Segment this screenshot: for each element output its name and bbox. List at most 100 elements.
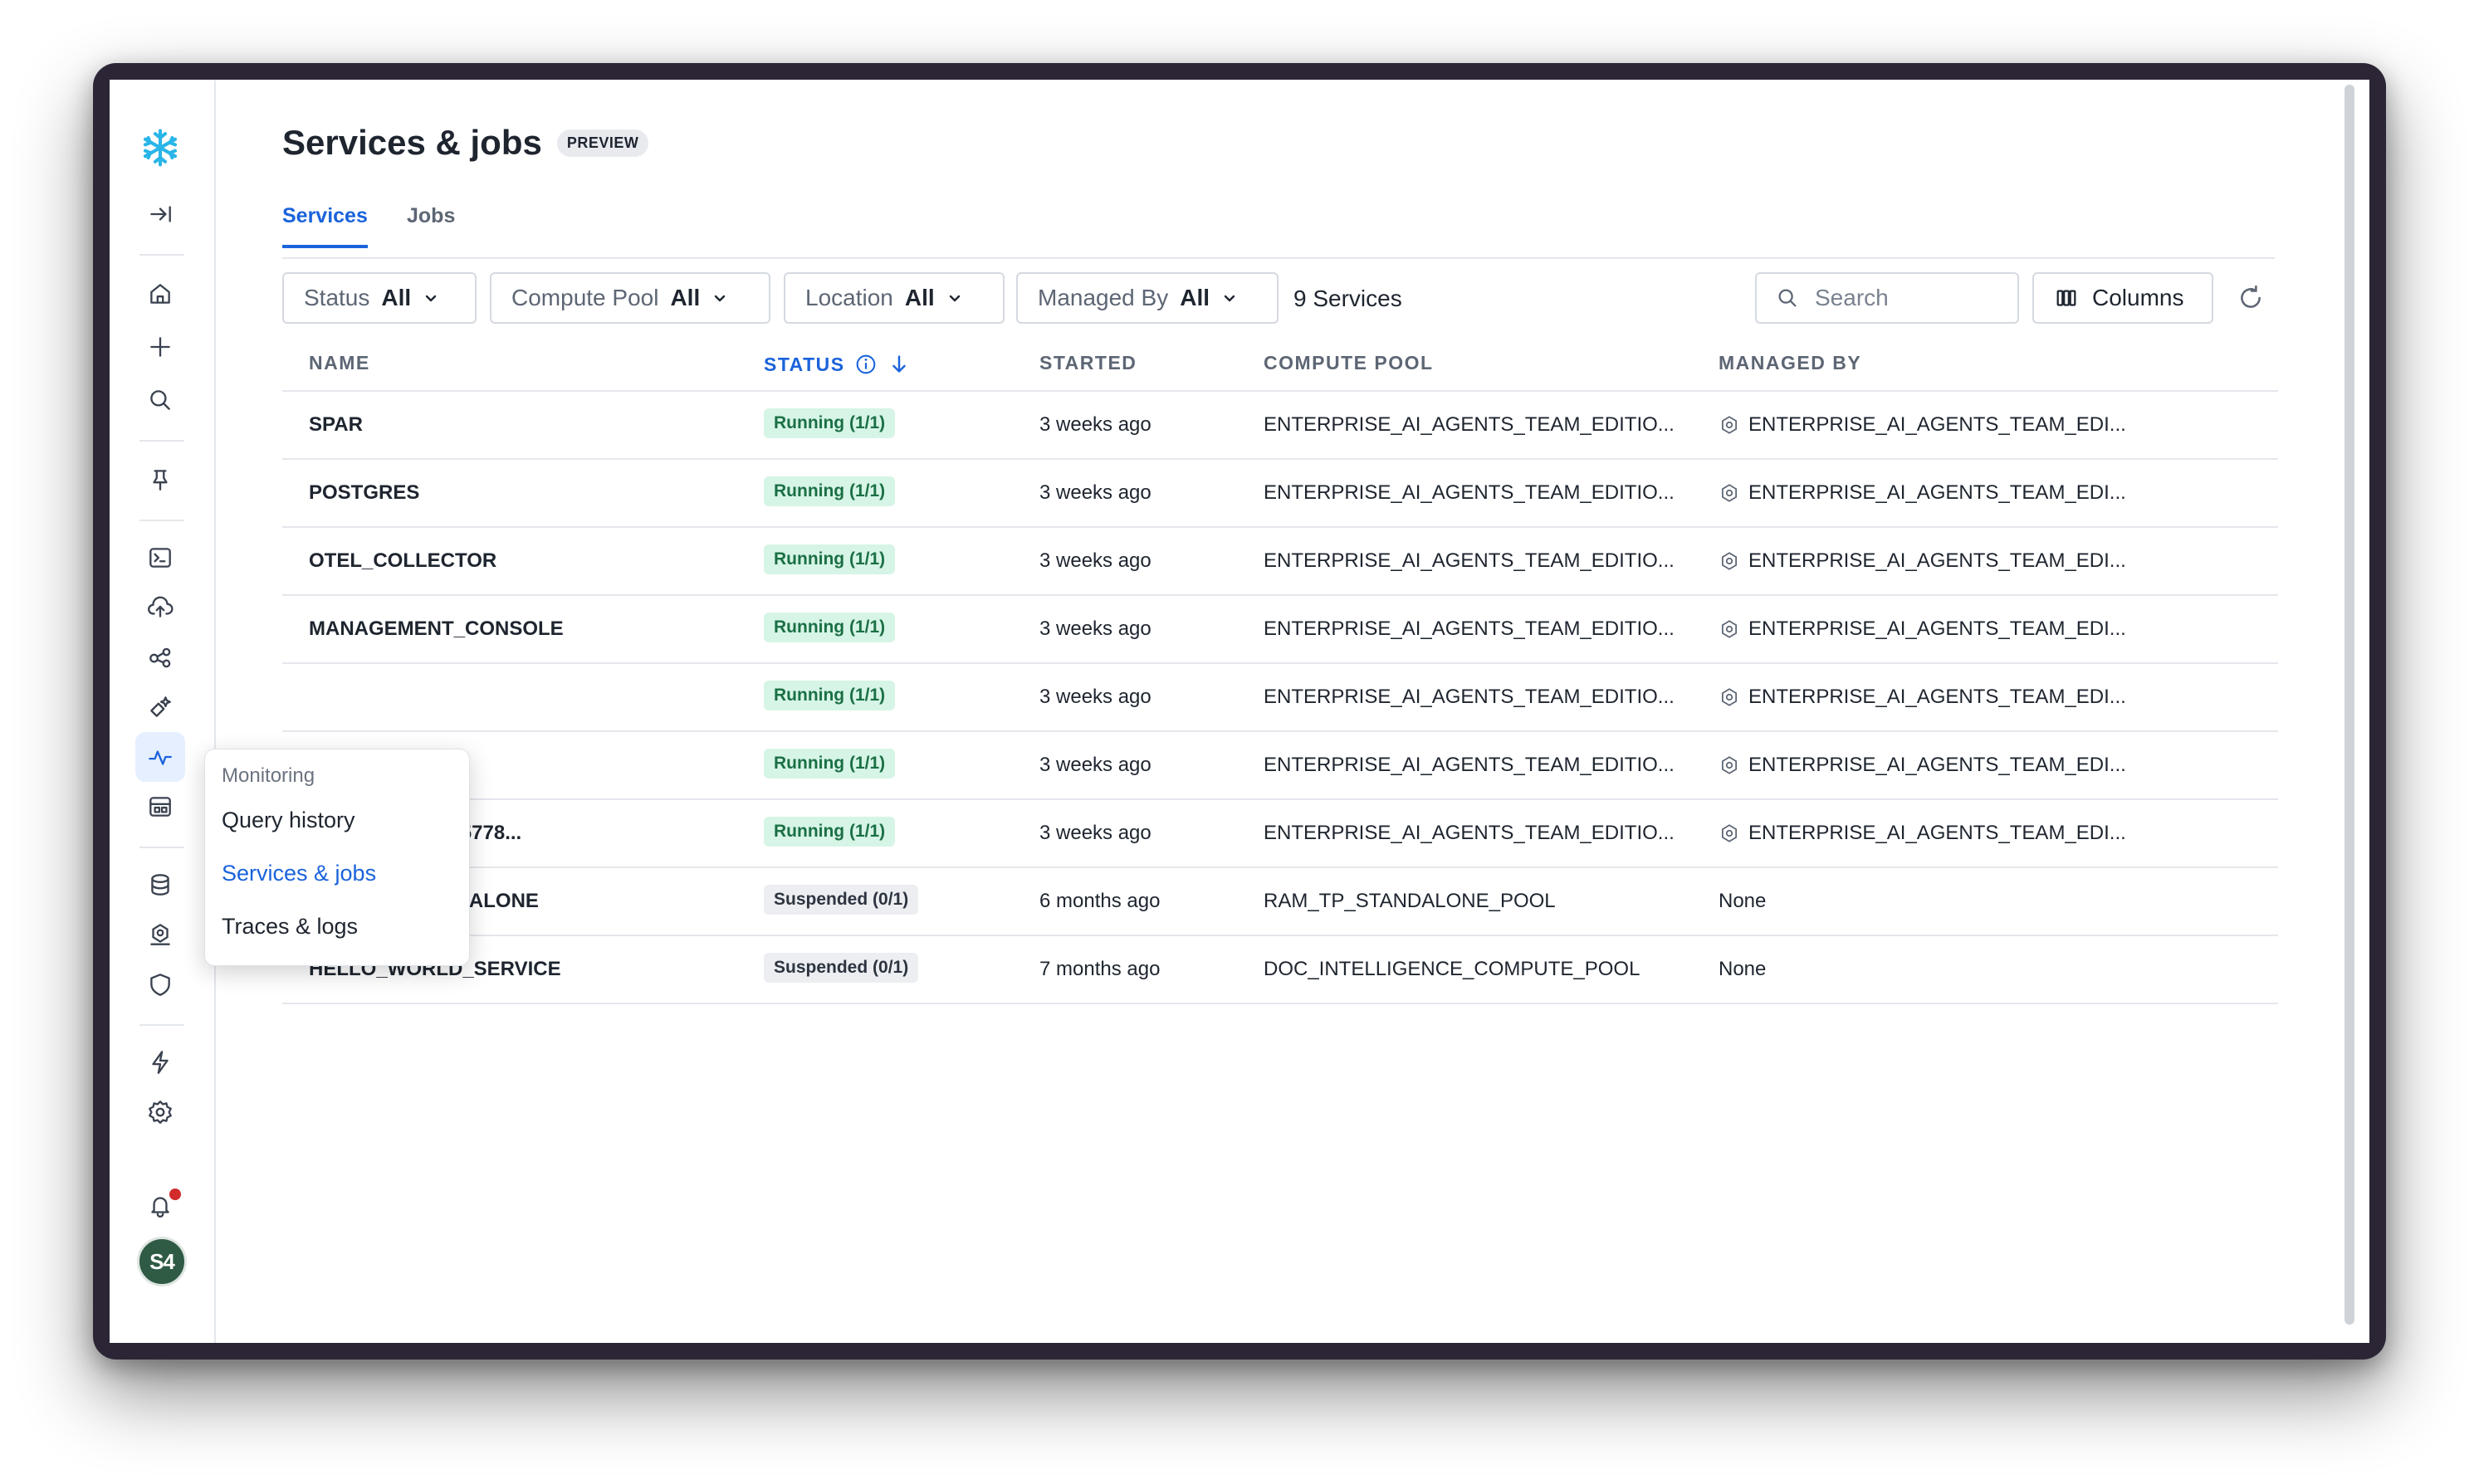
search-input[interactable]: Search bbox=[1755, 272, 2019, 324]
status-badge: Running (1/1) bbox=[764, 476, 896, 506]
status-badge: Running (1/1) bbox=[764, 681, 896, 710]
governance-icon[interactable] bbox=[135, 910, 185, 959]
info-icon[interactable] bbox=[853, 352, 878, 377]
table-row[interactable]: LSRunning (1/1)3 weeks agoENTERPRISE_AI_… bbox=[282, 732, 2278, 800]
table-row[interactable]: SPAR Running (1/1) 3 weeks ago ENTERPRISE_A… bbox=[282, 392, 2278, 460]
started-time: 6 months ago bbox=[1039, 890, 1161, 912]
table-header: NAME STATUS STARTED COMPUTE POOL MANAGED… bbox=[282, 345, 2278, 392]
compute-pool: ENTERPRISE_AI_AGENTS_TEAM_EDITIO... bbox=[1264, 413, 1675, 436]
refresh-icon[interactable] bbox=[2237, 284, 2265, 312]
sort-descending-icon[interactable] bbox=[887, 352, 912, 377]
table-body: SPAR Running (1/1) 3 weeks ago ENTERPRISE_A… bbox=[282, 392, 2278, 1004]
sidebar-divider bbox=[139, 520, 184, 521]
column-header-started[interactable]: STARTED bbox=[1039, 352, 1137, 374]
managed-by-value: ENTERPRISE_AI_AGENTS_TEAM_EDI... bbox=[1748, 754, 2126, 776]
bell-icon[interactable] bbox=[135, 1180, 185, 1230]
search-icon bbox=[1778, 289, 1797, 307]
service-name[interactable]: POSTGRES bbox=[309, 481, 419, 505]
tab-services[interactable]: Services bbox=[282, 204, 368, 248]
filter-label: Location bbox=[805, 285, 893, 310]
home-icon[interactable] bbox=[135, 269, 185, 319]
filter-value: All bbox=[381, 285, 412, 310]
search-placeholder: Search bbox=[1815, 285, 1889, 310]
started-time: 3 weeks ago bbox=[1039, 754, 1151, 776]
managed-by-value: ENTERPRISE_AI_AGENTS_TEAM_EDI... bbox=[1748, 686, 2126, 708]
sidebar-divider bbox=[139, 254, 184, 256]
lightning-icon[interactable] bbox=[135, 1037, 185, 1087]
sidebar-divider bbox=[139, 440, 184, 442]
settings-icon[interactable] bbox=[135, 1087, 185, 1137]
tab-jobs[interactable]: Jobs bbox=[407, 204, 455, 245]
compute-pool-filter[interactable]: Compute Pool All bbox=[490, 272, 770, 324]
column-header-managed-by[interactable]: MANAGED BY bbox=[1719, 352, 1861, 374]
menu-item-query-history[interactable]: Query history bbox=[222, 808, 355, 833]
status-badge: Running (1/1) bbox=[764, 408, 896, 438]
app-window: S4 Services & jobs PREVIEW Services Jobs… bbox=[110, 80, 2369, 1343]
notification-dot bbox=[169, 1189, 181, 1200]
status-badge: Running (1/1) bbox=[764, 613, 896, 642]
table-row[interactable]: C98F58847A9965778...Running (1/1)3 weeks… bbox=[282, 800, 2278, 868]
sidebar-divider bbox=[139, 847, 184, 848]
plus-icon[interactable] bbox=[135, 322, 185, 372]
managed-by-value: ENTERPRISE_AI_AGENTS_TEAM_EDI... bbox=[1748, 822, 2126, 844]
monitoring-menu: Monitoring Query history Services & jobs… bbox=[204, 749, 470, 966]
collapse-sidebar-icon[interactable] bbox=[135, 189, 185, 239]
status-badge: Suspended (0/1) bbox=[764, 953, 919, 983]
services-count: 9 Services bbox=[1293, 286, 1402, 311]
table-row[interactable]: Running (1/1) 3 weeks ago ENTERPRISE_AI_AG… bbox=[282, 664, 2278, 732]
services-table: NAME STATUS STARTED COMPUTE POOL MANAGED… bbox=[282, 345, 2278, 1004]
table-row[interactable]: RAM_TP_STANDALONESuspended (0/1)6 months… bbox=[282, 868, 2278, 936]
service-name[interactable]: SPAR bbox=[309, 413, 363, 437]
menu-item-traces-logs[interactable]: Traces & logs bbox=[222, 914, 358, 940]
menu-item-services-jobs[interactable]: Services & jobs bbox=[222, 861, 376, 886]
ai-sparkle-icon[interactable] bbox=[135, 682, 185, 732]
menu-heading: Monitoring bbox=[222, 764, 315, 787]
compute-pool: ENTERPRISE_AI_AGENTS_TEAM_EDITIO... bbox=[1264, 822, 1675, 844]
columns-button[interactable]: Columns bbox=[2032, 272, 2213, 324]
avatar[interactable]: S4 bbox=[137, 1237, 187, 1286]
managed-by-value: None bbox=[1719, 958, 1767, 980]
database-icon[interactable] bbox=[135, 860, 185, 910]
cloud-upload-icon[interactable] bbox=[135, 583, 185, 632]
status-badge: Suspended (0/1) bbox=[764, 885, 919, 915]
table-row[interactable]: POSTGRES Running (1/1) 3 weeks ago ENTERPRI… bbox=[282, 460, 2278, 528]
managed-app-icon bbox=[1721, 484, 1738, 502]
managed-by: None bbox=[1719, 958, 1766, 981]
managed-by: ENTERPRISE_AI_AGENTS_TEAM_EDI... bbox=[1719, 618, 2126, 641]
column-header-compute-pool[interactable]: COMPUTE POOL bbox=[1264, 352, 1434, 374]
managed-by: ENTERPRISE_AI_AGENTS_TEAM_EDI... bbox=[1719, 549, 2126, 573]
scrollbar[interactable] bbox=[2345, 85, 2354, 1325]
snowflake-logo[interactable] bbox=[135, 123, 185, 173]
search-icon[interactable] bbox=[135, 375, 185, 425]
page-title: Services & jobs bbox=[282, 123, 542, 162]
managed-by-value: ENTERPRISE_AI_AGENTS_TEAM_EDI... bbox=[1748, 549, 2126, 572]
column-header-status[interactable]: STATUS bbox=[764, 352, 912, 377]
filter-value: All bbox=[1180, 285, 1210, 310]
location-filter[interactable]: Location All bbox=[784, 272, 1005, 324]
managed-by-value: ENTERPRISE_AI_AGENTS_TEAM_EDI... bbox=[1748, 618, 2126, 640]
columns-icon bbox=[2056, 290, 2076, 306]
pin-icon[interactable] bbox=[135, 455, 185, 505]
data-flow-icon[interactable] bbox=[135, 632, 185, 682]
filter-label: Status bbox=[304, 285, 370, 310]
sidebar: S4 bbox=[110, 80, 216, 1343]
marketplace-icon[interactable] bbox=[135, 782, 185, 832]
status-filter[interactable]: Status All bbox=[282, 272, 477, 324]
table-row[interactable]: OTEL_COLLECTOR Running (1/1) 3 weeks ago EN… bbox=[282, 528, 2278, 596]
service-name[interactable]: MANAGEMENT_CONSOLE bbox=[309, 618, 564, 641]
filter-value: All bbox=[670, 285, 701, 310]
column-header-name[interactable]: NAME bbox=[309, 352, 370, 374]
service-name[interactable]: OTEL_COLLECTOR bbox=[309, 549, 496, 573]
sidebar-divider bbox=[139, 1024, 184, 1026]
shield-icon[interactable] bbox=[135, 959, 185, 1009]
table-row[interactable]: MANAGEMENT_CONSOLE Running (1/1) 3 weeks a… bbox=[282, 596, 2278, 664]
filter-label: Managed By bbox=[1038, 285, 1169, 310]
terminal-icon[interactable] bbox=[135, 533, 185, 583]
table-row[interactable]: HELLO_WORLD_SERVICE Suspended (0/1) 7 mont… bbox=[282, 936, 2278, 1004]
started-time: 3 weeks ago bbox=[1039, 822, 1151, 844]
compute-pool: ENTERPRISE_AI_AGENTS_TEAM_EDITIO... bbox=[1264, 618, 1675, 640]
monitoring-activity-icon[interactable] bbox=[135, 732, 185, 782]
managed-by-value: ENTERPRISE_AI_AGENTS_TEAM_EDI... bbox=[1748, 413, 2126, 436]
compute-pool: ENTERPRISE_AI_AGENTS_TEAM_EDITIO... bbox=[1264, 481, 1675, 504]
managed-by-filter[interactable]: Managed By All bbox=[1016, 272, 1279, 324]
